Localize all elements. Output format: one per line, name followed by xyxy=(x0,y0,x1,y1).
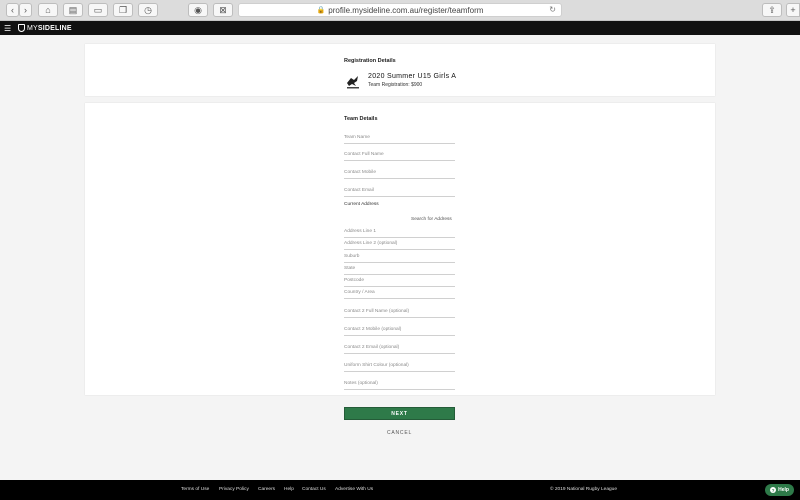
footer-link-careers[interactable]: Careers xyxy=(258,487,275,492)
team-name-input[interactable]: Team Name xyxy=(344,135,455,144)
suburb-input[interactable]: Suburb xyxy=(344,254,455,263)
address-bar[interactable]: 🔒 profile.mysideline.com.au/register/tea… xyxy=(238,3,562,17)
tabs-button[interactable]: ❐ xyxy=(113,3,133,17)
reload-icon[interactable]: ↻ xyxy=(549,5,556,14)
print-icon: ▤ xyxy=(68,4,78,15)
new-tab-icon: + xyxy=(790,5,796,15)
registration-title: Registration Details xyxy=(344,58,396,64)
history-button[interactable]: ◷ xyxy=(138,3,158,17)
home-icon: ⌂ xyxy=(45,5,51,15)
address-line-1-input[interactable]: Address Line 1 xyxy=(344,229,455,238)
next-button[interactable]: NEXT xyxy=(344,407,455,420)
footer-link-privacy[interactable]: Privacy Policy xyxy=(219,487,249,492)
contact-full-name-input[interactable]: Contact Full Name xyxy=(344,152,455,161)
footer-link-terms[interactable]: Terms of Use xyxy=(181,487,209,492)
browser-toolbar: ‹ › ⌂ ▤ ▭ ❐ ◷ ◉ ⊠ 🔒 profile.mysideline.c… xyxy=(0,0,800,21)
home-button[interactable]: ⌂ xyxy=(38,3,58,17)
address-line-2-input[interactable]: Address Line 2 (optional) xyxy=(344,241,455,250)
uniform-shirt-colour-input[interactable]: Uniform Shirt Colour (optional) xyxy=(344,363,455,372)
help-icon: ? xyxy=(770,487,777,493)
copyright-text: © 2019 National Rugby League xyxy=(550,487,618,492)
contact-mobile-input[interactable]: Contact Mobile xyxy=(344,170,455,179)
sidebar-button[interactable]: ▭ xyxy=(88,3,108,17)
notes-input[interactable]: Notes (optional) xyxy=(344,381,455,390)
footer-link-help[interactable]: Help xyxy=(284,487,294,492)
share-button[interactable]: ⇪ xyxy=(762,3,782,17)
sidebar-icon: ▭ xyxy=(93,4,103,15)
lock-icon: 🔒 xyxy=(316,7,326,14)
forward-button[interactable]: › xyxy=(19,3,32,17)
tabs-icon: ❐ xyxy=(118,4,128,15)
contact-2-email-input[interactable]: Contact 2 Email (optional) xyxy=(344,345,455,354)
team-details-card: Team Details Team Name Contact Full Name… xyxy=(85,103,715,395)
contact-2-full-name-input[interactable]: Contact 2 Full Name (optional) xyxy=(344,309,455,318)
registration-fee: Team Registration: $900 xyxy=(368,82,423,88)
shield-logo-icon xyxy=(18,24,25,32)
footer-link-advertise[interactable]: Advertise With Us xyxy=(335,487,373,492)
hamburger-menu-icon[interactable]: ☰ xyxy=(4,24,14,33)
url-text: profile.mysideline.com.au/register/teamf… xyxy=(328,5,484,15)
country-area-input[interactable]: Country / Area xyxy=(344,290,455,299)
print-button[interactable]: ▤ xyxy=(63,3,83,17)
site-logo[interactable]: MYSIDELINE xyxy=(27,25,72,32)
extension-button[interactable]: ◉ xyxy=(188,3,208,17)
contact-2-mobile-input[interactable]: Contact 2 Mobile (optional) xyxy=(344,327,455,336)
site-header: ☰ MYSIDELINE xyxy=(0,21,800,35)
cancel-link[interactable]: CANCEL xyxy=(344,430,455,436)
current-address-label: Current Address xyxy=(344,202,379,207)
postcode-input[interactable]: Postcode xyxy=(344,278,455,287)
registration-details-card: Registration Details 2020 Summer U15 Gir… xyxy=(85,44,715,96)
team-details-title: Team Details xyxy=(344,116,378,122)
event-name: 2020 Summer U15 Girls A xyxy=(368,73,457,80)
share-icon: ⇪ xyxy=(768,4,776,15)
site-footer: Terms of Use Privacy Policy Careers Help… xyxy=(0,480,800,500)
state-input[interactable]: State xyxy=(344,266,455,275)
new-tab-button[interactable]: + xyxy=(786,3,800,17)
close-tab-button[interactable]: ⊠ xyxy=(213,3,233,17)
help-label: Help xyxy=(778,487,789,493)
back-button[interactable]: ‹ xyxy=(6,3,19,17)
help-button[interactable]: ? Help xyxy=(765,484,794,496)
search-address-link[interactable]: Search for Address xyxy=(411,217,452,222)
club-logo-icon xyxy=(347,76,359,89)
extension-icon: ◉ xyxy=(194,4,202,15)
footer-link-contact[interactable]: Contact Us xyxy=(302,487,326,492)
history-icon: ◷ xyxy=(144,4,152,15)
close-icon: ⊠ xyxy=(219,4,227,15)
contact-email-input[interactable]: Contact Email xyxy=(344,188,455,197)
